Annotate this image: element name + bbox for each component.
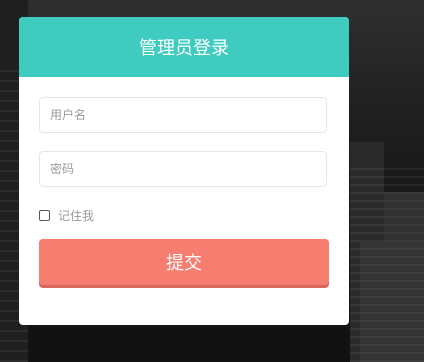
remember-checkbox[interactable] xyxy=(39,210,50,221)
login-title: 管理员登录 xyxy=(139,38,229,59)
remember-label: 记住我 xyxy=(58,209,95,223)
username-input[interactable] xyxy=(39,97,327,133)
submit-button[interactable]: 提交 xyxy=(39,239,329,285)
remember-me[interactable]: 记住我 xyxy=(39,207,94,224)
building-windows-right xyxy=(350,162,424,362)
password-input[interactable] xyxy=(39,151,327,187)
background-cityscape: 管理员登录 记住我 提交 xyxy=(0,0,424,362)
login-card: 管理员登录 记住我 提交 xyxy=(19,17,349,325)
login-header: 管理员登录 xyxy=(19,17,349,77)
